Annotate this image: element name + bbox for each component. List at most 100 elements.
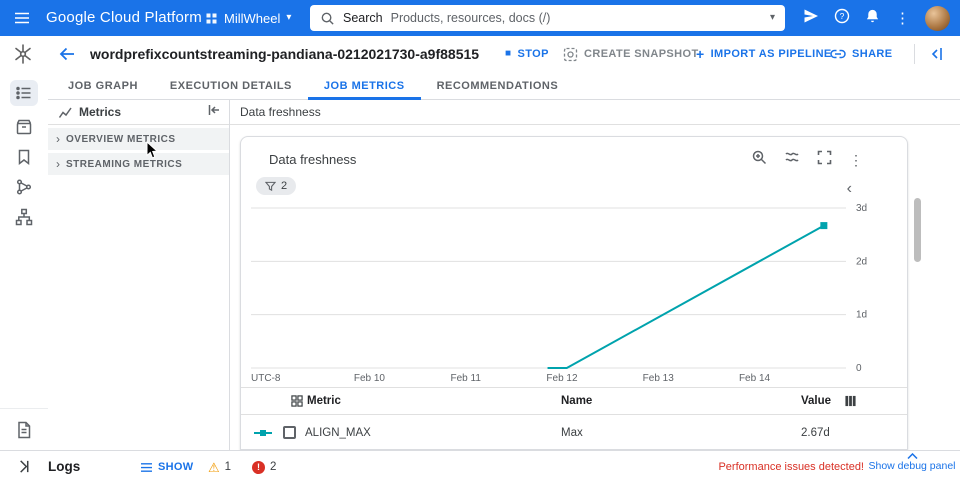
search-chevron-down-icon[interactable]: ▾	[770, 13, 775, 23]
job-title: wordprefixcountstreaming-pandiana-021202…	[90, 46, 479, 62]
divider	[914, 44, 915, 64]
metrics-panel-title: Metrics	[79, 105, 201, 119]
collapse-metrics-panel-icon[interactable]	[207, 103, 221, 122]
tab-job-metrics[interactable]: JOB METRICS	[308, 72, 421, 100]
bookmark-icon	[15, 148, 33, 166]
error-count-badge[interactable]: ! 2	[252, 451, 276, 483]
search-icon	[320, 11, 335, 26]
sitemap-icon	[15, 208, 33, 226]
svg-text:Feb 12: Feb 12	[546, 373, 578, 384]
send-feedback-icon[interactable]	[803, 8, 819, 29]
svg-text:?: ?	[840, 11, 845, 21]
stop-button[interactable]: ■ STOP	[505, 36, 549, 72]
col-header-name[interactable]: Name	[561, 388, 592, 414]
col-header-metric[interactable]: Metric	[307, 388, 341, 414]
share-button[interactable]: SHARE	[830, 36, 893, 72]
filter-chip[interactable]: 2	[256, 177, 296, 195]
rail-pipelines-item[interactable]	[11, 178, 37, 196]
metrics-panel-header: Metrics	[48, 100, 229, 125]
line-chart-icon	[58, 105, 73, 120]
data-freshness-card: Data freshness ⋮ 2 ‹ 3d2d1d0Feb 10Feb 11…	[240, 136, 908, 450]
archive-box-icon	[15, 118, 33, 136]
tab-job-graph[interactable]: JOB GRAPH	[52, 72, 154, 100]
tab-recommendations[interactable]: RECOMMENDATIONS	[421, 72, 575, 100]
performance-alert-text: Performance issues detected!	[718, 451, 864, 483]
rail-snapshots-item[interactable]	[11, 118, 37, 136]
plus-icon: +	[696, 47, 705, 61]
expand-logs-icon[interactable]	[16, 459, 31, 479]
logs-title: Logs	[48, 451, 80, 483]
import-as-pipeline-button[interactable]: + IMPORT AS PIPELINE	[696, 36, 832, 72]
svg-text:Feb 10: Feb 10	[354, 373, 386, 384]
chart-plot-area[interactable]: 3d2d1d0Feb 10Feb 11Feb 12Feb 13Feb 14UTC…	[251, 197, 901, 392]
help-icon[interactable]: ?	[834, 8, 850, 29]
filter-funnel-icon	[265, 181, 276, 192]
back-arrow-icon[interactable]	[58, 45, 76, 68]
warning-icon: ⚠	[208, 461, 220, 474]
cell-name: Max	[561, 415, 583, 450]
stop-icon: ■	[505, 49, 511, 59]
snapshot-icon	[563, 47, 578, 62]
metrics-group-streaming[interactable]: › STREAMING METRICS	[48, 153, 229, 175]
app-root: Google Cloud Platform MillWheel ▾ Search…	[0, 0, 960, 483]
show-debug-panel-button[interactable]: Show debug panel	[868, 453, 956, 472]
document-icon	[15, 421, 33, 439]
jobs-list-icon	[15, 84, 33, 102]
scrollbar-thumb[interactable]	[914, 198, 921, 262]
logs-show-button[interactable]: SHOW	[140, 451, 193, 483]
smooth-lines-icon[interactable]	[784, 149, 800, 170]
cell-metric: ALIGN_MAX	[305, 415, 371, 450]
svg-text:UTC-8: UTC-8	[251, 373, 281, 384]
svg-text:0: 0	[856, 363, 862, 374]
rail-resources-item[interactable]	[11, 208, 37, 226]
job-tabs: JOB GRAPH EXECUTION DETAILS JOB METRICS …	[48, 72, 960, 100]
overflow-kebab-icon[interactable]: ⋮	[895, 11, 910, 26]
user-avatar[interactable]	[925, 6, 950, 31]
gcp-logo[interactable]: Google Cloud Platform	[46, 9, 202, 26]
col-header-value[interactable]: Value	[801, 388, 831, 414]
branch-icon	[15, 178, 33, 196]
job-header-bar: wordprefixcountstreaming-pandiana-021202…	[0, 36, 960, 72]
zoom-chart-icon[interactable]	[751, 149, 767, 170]
fullscreen-icon[interactable]	[817, 150, 832, 170]
legend-table-header: Metric Name Value	[241, 387, 907, 415]
topbar-actions: ? ⋮	[803, 0, 950, 36]
create-snapshot-button[interactable]: CREATE SNAPSHOT	[563, 36, 699, 72]
dataflow-product-icon[interactable]	[12, 43, 34, 70]
svg-text:Feb 11: Feb 11	[451, 373, 482, 384]
chevron-right-icon: ›	[56, 133, 60, 145]
project-icon	[205, 12, 218, 25]
warning-count-badge[interactable]: ⚠ 1	[208, 451, 231, 483]
svg-text:Feb 14: Feb 14	[739, 373, 771, 384]
grid-icon	[291, 388, 303, 414]
search-placeholder: Products, resources, docs (/)	[391, 11, 551, 25]
metrics-side-panel: Metrics › OVERVIEW METRICS › STREAMING M…	[48, 100, 230, 450]
search-label: Search	[343, 11, 383, 25]
tab-execution-details[interactable]: EXECUTION DETAILS	[154, 72, 308, 100]
rail-docs-item[interactable]	[0, 408, 48, 450]
series-checkbox[interactable]	[283, 426, 296, 439]
notifications-bell-icon[interactable]	[865, 8, 880, 29]
error-icon: !	[252, 461, 265, 474]
project-selector[interactable]: MillWheel ▾	[205, 0, 291, 36]
chart-kebab-icon[interactable]: ⋮	[849, 153, 863, 167]
svg-text:Feb 13: Feb 13	[643, 373, 675, 384]
rail-jobs-item[interactable]	[10, 80, 38, 106]
list-icon	[140, 462, 153, 473]
link-icon	[830, 46, 846, 62]
chevron-down-icon: ▾	[286, 13, 291, 23]
search-input[interactable]: Search Products, resources, docs (/) ▾	[310, 5, 785, 31]
metrics-group-overview[interactable]: › OVERVIEW METRICS	[48, 128, 229, 150]
svg-text:2d: 2d	[856, 256, 867, 267]
cell-value: 2.67d	[801, 415, 830, 450]
collapse-info-panel-icon[interactable]	[928, 46, 944, 67]
column-chooser-icon[interactable]	[844, 388, 857, 414]
hamburger-menu-icon[interactable]	[13, 9, 31, 32]
chart-title: Data freshness	[269, 152, 356, 167]
collapse-legend-icon[interactable]: ‹	[847, 181, 852, 197]
logs-bar: Logs SHOW ⚠ 1 ! 2 Performance issues det…	[0, 450, 960, 483]
content-breadcrumb: Data freshness	[230, 100, 960, 125]
chart-toolbar: ⋮	[751, 149, 863, 170]
rail-saved-item[interactable]	[11, 148, 37, 166]
series-swatch	[253, 415, 273, 450]
